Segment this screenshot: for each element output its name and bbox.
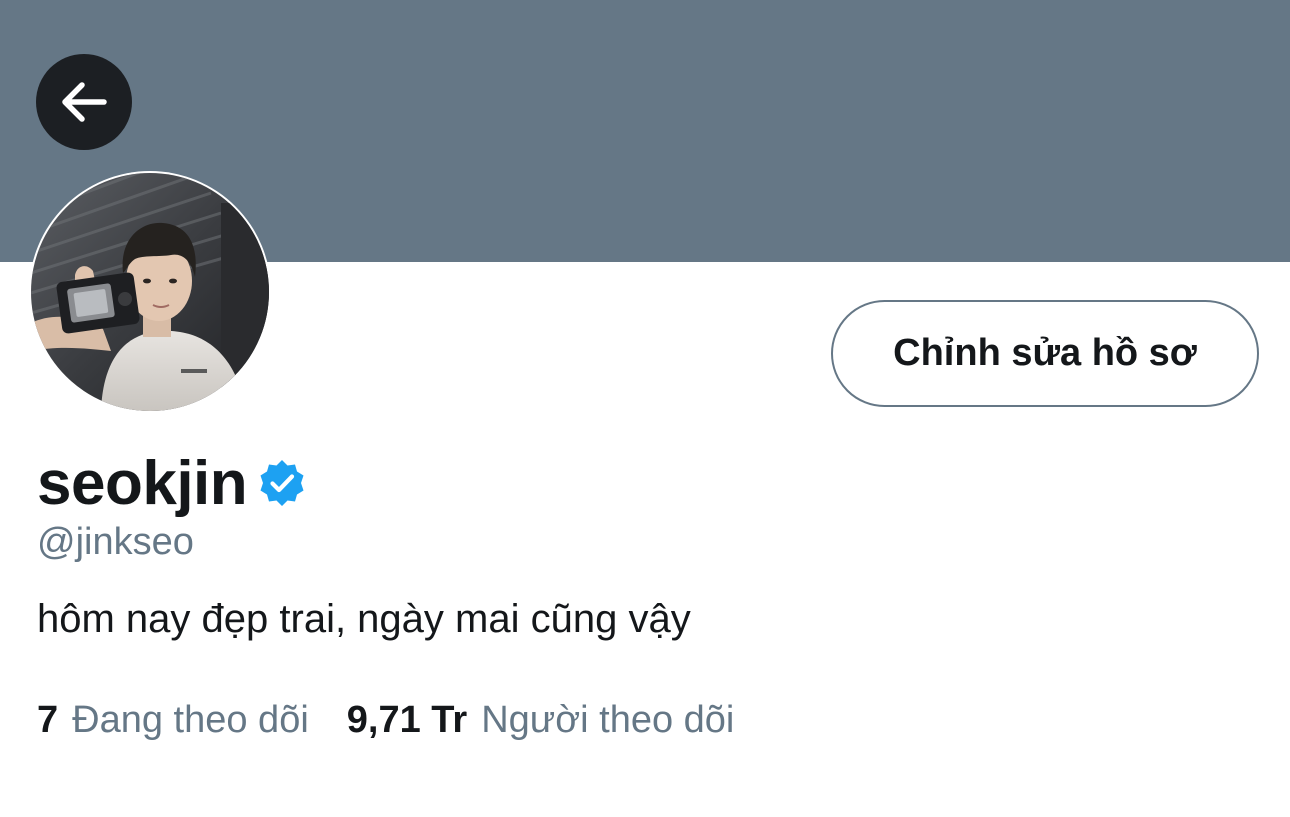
followers-count: 9,71 Tr — [346, 699, 468, 741]
display-name: seokjin — [37, 448, 248, 518]
following-label: Đang theo dõi — [72, 699, 309, 741]
followers-label: Người theo dõi — [481, 699, 735, 741]
avatar-image — [31, 173, 269, 411]
back-button[interactable] — [36, 54, 132, 150]
following-count: 7 — [37, 699, 59, 741]
profile-bio: hôm nay đẹp trai, ngày mai cũng vậy — [37, 597, 691, 641]
following-link[interactable]: 7 Đang theo dõi — [37, 699, 309, 742]
verified-badge-icon — [260, 460, 304, 506]
name-row: seokjin — [37, 445, 307, 521]
arrow-left-icon — [62, 82, 107, 122]
user-handle: @jinkseo — [37, 521, 194, 563]
followers-link[interactable]: 9,71 Tr Người theo dõi — [347, 699, 735, 742]
follow-stats: 7 Đang theo dõi 9,71 Tr Người theo dõi — [37, 699, 734, 742]
avatar[interactable] — [29, 171, 271, 413]
edit-profile-button[interactable]: Chỉnh sửa hồ sơ — [831, 300, 1259, 407]
